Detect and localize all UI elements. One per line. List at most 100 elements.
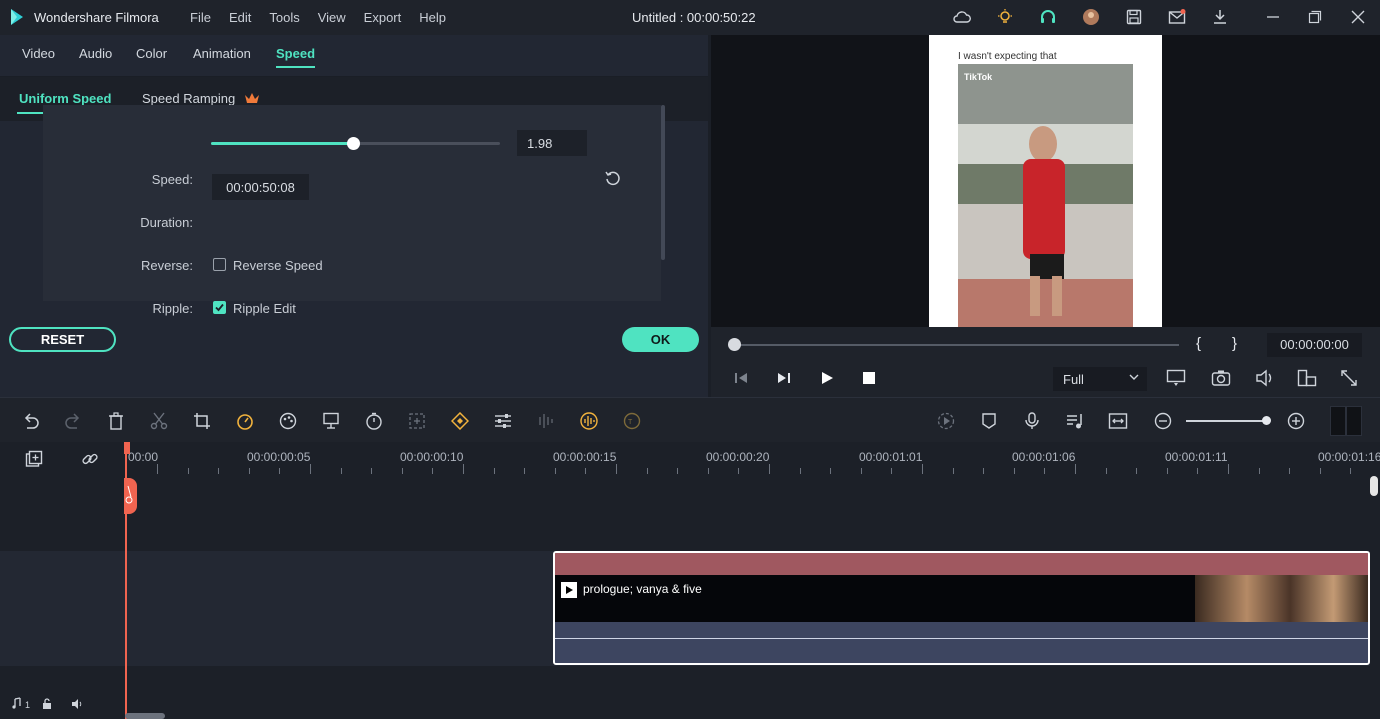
clip-audio-line <box>555 638 1368 639</box>
menu-tools[interactable]: Tools <box>269 10 299 25</box>
ruler-tick <box>585 468 587 474</box>
speed-slider[interactable] <box>211 137 500 150</box>
playhead-handle[interactable] <box>124 442 130 454</box>
zoom-in-icon[interactable] <box>1285 410 1307 432</box>
ruler-tick <box>707 468 709 474</box>
minimize-icon[interactable] <box>1263 8 1283 26</box>
link-icon[interactable] <box>81 450 99 468</box>
undo-icon[interactable] <box>20 410 42 432</box>
redo-icon[interactable] <box>62 410 84 432</box>
menu-help[interactable]: Help <box>419 10 446 25</box>
ruler-tick <box>799 468 801 474</box>
marker-icon[interactable] <box>978 410 1000 432</box>
video-clip[interactable]: prologue; vanya & five <box>553 551 1370 665</box>
zoom-slider[interactable] <box>1186 416 1271 425</box>
ruler-tick <box>1197 468 1199 474</box>
avatar[interactable] <box>1081 8 1101 26</box>
microphone-icon[interactable] <box>1021 410 1043 432</box>
timeline-ruler[interactable]: 00:00 00:00:00:05 00:00:00:10 00:00:00:1… <box>125 442 1380 476</box>
download-icon[interactable] <box>1210 8 1230 26</box>
scissors-icon[interactable] <box>148 410 170 432</box>
green-screen-icon[interactable] <box>320 410 342 432</box>
tab-audio[interactable]: Audio <box>79 46 112 61</box>
speed-slider-handle[interactable] <box>346 137 360 150</box>
zoom-out-icon[interactable] <box>1152 410 1174 432</box>
clip-header <box>555 553 1368 575</box>
menu-file[interactable]: File <box>190 10 211 25</box>
color-palette-icon[interactable] <box>277 410 299 432</box>
render-preview-icon[interactable] <box>1166 369 1186 387</box>
playback-quality-value: Full <box>1063 372 1084 387</box>
volume-icon[interactable] <box>1255 369 1275 387</box>
ruler-tick <box>493 468 495 474</box>
speech-to-text-icon[interactable]: T <box>621 410 643 432</box>
crop-icon[interactable] <box>191 410 213 432</box>
ripple-label: Ripple: <box>152 301 193 316</box>
ripple-edit-checkbox[interactable] <box>213 301 226 314</box>
tab-color[interactable]: Color <box>136 46 167 61</box>
mark-out-button[interactable]: } <box>1232 335 1237 352</box>
next-frame-icon[interactable] <box>776 371 792 385</box>
playhead-scissors-handle[interactable] <box>124 478 137 514</box>
speed-value-input[interactable]: 1.98 <box>517 130 587 156</box>
maximize-icon[interactable] <box>1305 8 1325 26</box>
pip-icon[interactable] <box>1297 369 1317 387</box>
track-view-toggle[interactable] <box>1330 406 1362 436</box>
menu-edit[interactable]: Edit <box>229 10 251 25</box>
speaker-icon[interactable] <box>71 698 83 710</box>
auto-reframe-icon[interactable] <box>406 410 428 432</box>
panel-tabs: Video Audio Color Animation Speed <box>0 35 708 77</box>
reset-speed-icon[interactable] <box>604 169 622 187</box>
delete-icon[interactable] <box>105 410 127 432</box>
menu-view[interactable]: View <box>318 10 346 25</box>
subtab-uniform-speed[interactable]: Uniform Speed <box>16 91 115 114</box>
zoom-slider-handle[interactable] <box>1262 416 1271 425</box>
ripple-edit-label: Ripple Edit <box>233 301 296 316</box>
keyframe-icon[interactable] <box>449 410 471 432</box>
close-icon[interactable] <box>1348 8 1368 26</box>
bulb-icon[interactable] <box>995 8 1015 26</box>
duration-field[interactable]: 00:00:50:08 <box>212 174 309 200</box>
stop-icon[interactable] <box>863 372 875 384</box>
timeline-vertical-scrollbar[interactable] <box>1370 476 1378 496</box>
play-icon[interactable] <box>820 371 834 385</box>
timeline-horizontal-scrollbar[interactable] <box>125 713 165 719</box>
tab-animation[interactable]: Animation <box>193 46 251 61</box>
ruler-tick <box>1350 468 1352 474</box>
previous-frame-icon[interactable] <box>733 371 749 385</box>
preview-scrubber-handle[interactable] <box>728 338 741 351</box>
snapshot-camera-icon[interactable] <box>1211 369 1231 387</box>
duration-timer-icon[interactable] <box>363 410 385 432</box>
ruler-tick <box>1075 464 1076 474</box>
adjust-sliders-icon[interactable] <box>492 410 514 432</box>
speed-icon[interactable] <box>234 410 256 432</box>
add-track-icon[interactable] <box>25 450 43 468</box>
mail-icon[interactable] <box>1167 8 1187 26</box>
audio-waveform-icon[interactable] <box>578 410 600 432</box>
fullscreen-icon[interactable] <box>1340 369 1358 387</box>
panel-scrollbar[interactable] <box>661 105 665 260</box>
audio-mixer-icon[interactable] <box>535 410 557 432</box>
preview-scrubber[interactable] <box>733 344 1179 346</box>
reset-button[interactable]: RESET <box>9 327 116 352</box>
save-icon[interactable] <box>1124 8 1144 26</box>
clip-thumbnails <box>1195 575 1368 622</box>
ruler-label: 00:00:00:10 <box>400 450 464 464</box>
support-headset-icon[interactable] <box>1038 8 1058 26</box>
lock-icon[interactable] <box>42 698 52 710</box>
tab-speed[interactable]: Speed <box>276 46 316 68</box>
subtab-speed-ramping[interactable]: Speed Ramping <box>142 91 235 106</box>
playback-quality-select[interactable]: Full <box>1053 367 1147 391</box>
render-icon[interactable] <box>935 410 957 432</box>
preview-caption: I wasn't expecting that <box>958 51 1057 62</box>
ruler-tick <box>1228 464 1229 474</box>
cloud-icon[interactable] <box>952 8 972 26</box>
fit-timeline-icon[interactable] <box>1107 410 1129 432</box>
ruler-label: 00:00:00:20 <box>706 450 770 464</box>
voiceover-list-icon[interactable] <box>1064 410 1086 432</box>
menu-export[interactable]: Export <box>364 10 402 25</box>
tab-video[interactable]: Video <box>22 46 55 61</box>
reverse-speed-checkbox[interactable] <box>213 258 226 271</box>
ok-button[interactable]: OK <box>622 327 699 352</box>
mark-in-button[interactable]: { <box>1196 335 1201 352</box>
